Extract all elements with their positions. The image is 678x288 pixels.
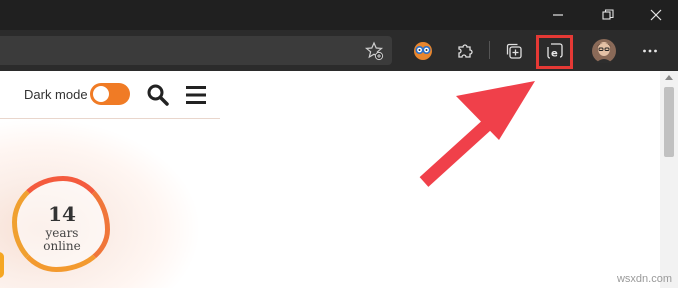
site-header: Dark mode bbox=[0, 71, 220, 119]
web-page: 14 years online Dark mode bbox=[0, 71, 678, 288]
more-options-button[interactable] bbox=[636, 37, 664, 65]
browser-toolbar bbox=[0, 30, 678, 71]
close-icon bbox=[650, 9, 662, 21]
profile-button[interactable] bbox=[590, 37, 618, 65]
profile-avatar bbox=[592, 39, 616, 63]
title-bar bbox=[0, 0, 678, 30]
scrollbar-thumb[interactable] bbox=[664, 87, 674, 157]
orange-shape bbox=[0, 252, 4, 278]
extensions-button[interactable] bbox=[451, 37, 479, 65]
years-number: 14 bbox=[48, 202, 76, 226]
hero-background: 14 years online bbox=[0, 119, 220, 288]
hamburger-menu-icon[interactable] bbox=[185, 85, 207, 105]
highlight-rectangle bbox=[536, 35, 573, 69]
collections-icon bbox=[506, 43, 522, 59]
extensions-puzzle-icon bbox=[458, 44, 473, 58]
watermark: wsxdn.com bbox=[616, 273, 672, 285]
vertical-scrollbar[interactable] bbox=[660, 71, 678, 288]
more-options-icon bbox=[643, 49, 657, 53]
site-content: 14 years online Dark mode bbox=[0, 71, 220, 288]
collections-button[interactable] bbox=[500, 37, 528, 65]
toggle-knob bbox=[93, 86, 109, 102]
years-caption-line2: online bbox=[43, 239, 81, 253]
toolbar-divider bbox=[489, 41, 490, 59]
extension-glasses-button[interactable] bbox=[409, 37, 437, 65]
extension-glasses-icon bbox=[414, 42, 432, 60]
years-caption: years online bbox=[12, 227, 112, 253]
favorites-star-icon bbox=[364, 41, 384, 61]
address-bar[interactable] bbox=[0, 36, 392, 65]
scroll-up-arrow-icon[interactable] bbox=[665, 75, 673, 80]
search-icon[interactable] bbox=[146, 83, 170, 107]
close-button[interactable] bbox=[634, 0, 678, 30]
dark-mode-toggle[interactable] bbox=[90, 83, 130, 105]
dark-mode-label: Dark mode bbox=[24, 87, 88, 102]
favorites-star-button[interactable] bbox=[360, 37, 388, 65]
minimize-icon bbox=[553, 14, 563, 16]
restore-icon bbox=[602, 9, 614, 20]
restore-button[interactable] bbox=[586, 0, 630, 30]
minimize-button[interactable] bbox=[536, 0, 580, 30]
